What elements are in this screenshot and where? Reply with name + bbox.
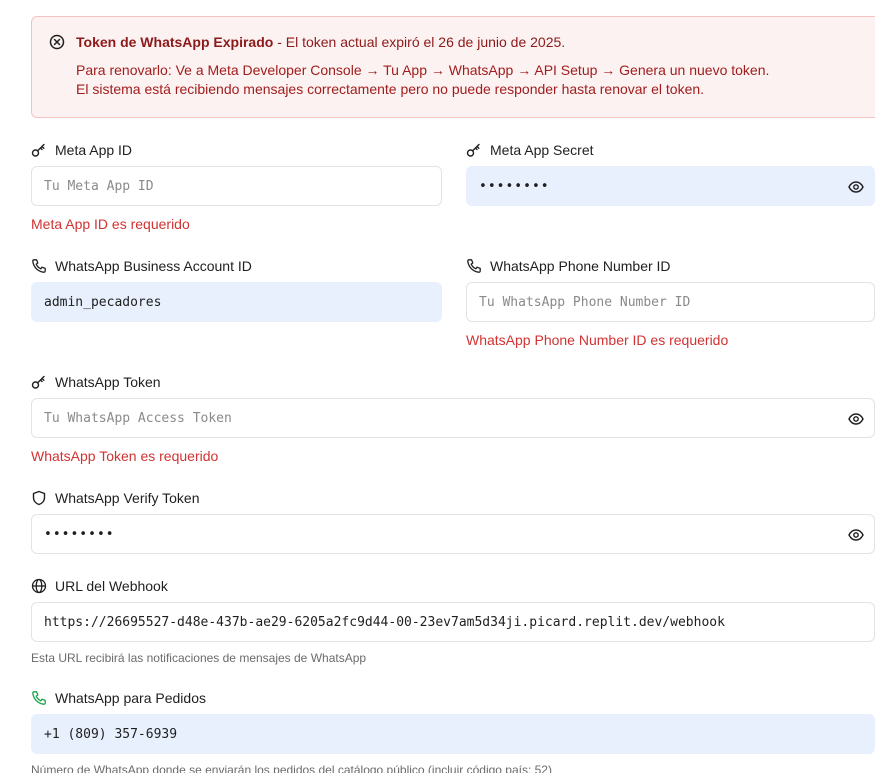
alert-title: Token de WhatsApp Expirado (76, 34, 274, 50)
phone-number-id-input[interactable]: Tu WhatsApp Phone Number ID (466, 282, 875, 322)
meta-app-id-error: Meta App ID es requerido (31, 216, 190, 232)
whatsapp-token-label: WhatsApp Token (31, 374, 161, 390)
whatsapp-token-error: WhatsApp Token es requerido (31, 448, 219, 464)
phone-number-id-label-text: WhatsApp Phone Number ID (490, 258, 671, 274)
verify-token-input[interactable]: •••••••• (31, 514, 875, 554)
token-expired-alert: Token de WhatsApp Expirado - El token ac… (31, 16, 875, 118)
business-account-id-input[interactable]: admin_pecadores (31, 282, 442, 322)
meta-app-id-label-text: Meta App ID (55, 142, 133, 158)
whatsapp-token-placeholder: Tu WhatsApp Access Token (44, 410, 232, 426)
meta-app-secret-value: •••••••• (479, 178, 550, 194)
whatsapp-token-label-text: WhatsApp Token (55, 374, 161, 390)
eye-icon[interactable] (848, 179, 864, 195)
verify-token-label-text: WhatsApp Verify Token (55, 490, 200, 506)
meta-app-id-placeholder: Tu Meta App ID (44, 178, 154, 194)
alert-title-line: Token de WhatsApp Expirado - El token ac… (76, 34, 565, 50)
business-account-id-label-text: WhatsApp Business Account ID (55, 258, 252, 274)
orders-phone-help: Número de WhatsApp donde se enviarán los… (31, 763, 552, 773)
alert-instructions: Para renovarlo: Ve a Meta Developer Cons… (76, 62, 770, 78)
orders-phone-input[interactable]: +1 (809) 357-6939 (31, 714, 875, 754)
orders-phone-label: WhatsApp para Pedidos (31, 690, 206, 706)
key-icon (31, 374, 47, 390)
phone-icon (466, 258, 482, 274)
key-icon (31, 142, 47, 158)
eye-icon[interactable] (848, 411, 864, 427)
eye-icon[interactable] (848, 527, 864, 543)
meta-app-id-label: Meta App ID (31, 142, 132, 158)
verify-token-value: •••••••• (44, 526, 115, 542)
phone-number-id-error: WhatsApp Phone Number ID es requerido (466, 332, 729, 348)
phone-number-id-label: WhatsApp Phone Number ID (466, 258, 671, 274)
webhook-url-label: URL del Webhook (31, 578, 168, 594)
business-account-id-label: WhatsApp Business Account ID (31, 258, 252, 274)
shield-icon (31, 490, 47, 506)
meta-app-secret-label-text: Meta App Secret (490, 142, 594, 158)
x-circle-icon (49, 34, 65, 50)
orders-phone-label-text: WhatsApp para Pedidos (55, 690, 206, 706)
alert-title-suffix: - El token actual expiró el 26 de junio … (273, 34, 566, 50)
meta-app-secret-input[interactable]: •••••••• (466, 166, 875, 206)
meta-app-secret-label: Meta App Secret (466, 142, 594, 158)
webhook-url-value: https://26695527-d48e-437b-ae29-6205a2fc… (44, 614, 725, 630)
verify-token-label: WhatsApp Verify Token (31, 490, 199, 506)
meta-app-id-input[interactable]: Tu Meta App ID (31, 166, 442, 206)
orders-phone-value: +1 (809) 357-6939 (44, 726, 178, 742)
phone-icon (31, 258, 47, 274)
key-icon (466, 142, 482, 158)
globe-icon (31, 578, 47, 594)
webhook-url-label-text: URL del Webhook (55, 578, 168, 594)
phone-number-id-placeholder: Tu WhatsApp Phone Number ID (479, 294, 691, 310)
whatsapp-token-input[interactable]: Tu WhatsApp Access Token (31, 398, 875, 438)
alert-status-note: El sistema está recibiendo mensajes corr… (76, 81, 705, 97)
webhook-url-input[interactable]: https://26695527-d48e-437b-ae29-6205a2fc… (31, 602, 875, 642)
webhook-url-help: Esta URL recibirá las notificaciones de … (31, 651, 367, 665)
phone-icon (31, 690, 47, 706)
business-account-id-value: admin_pecadores (44, 294, 162, 310)
